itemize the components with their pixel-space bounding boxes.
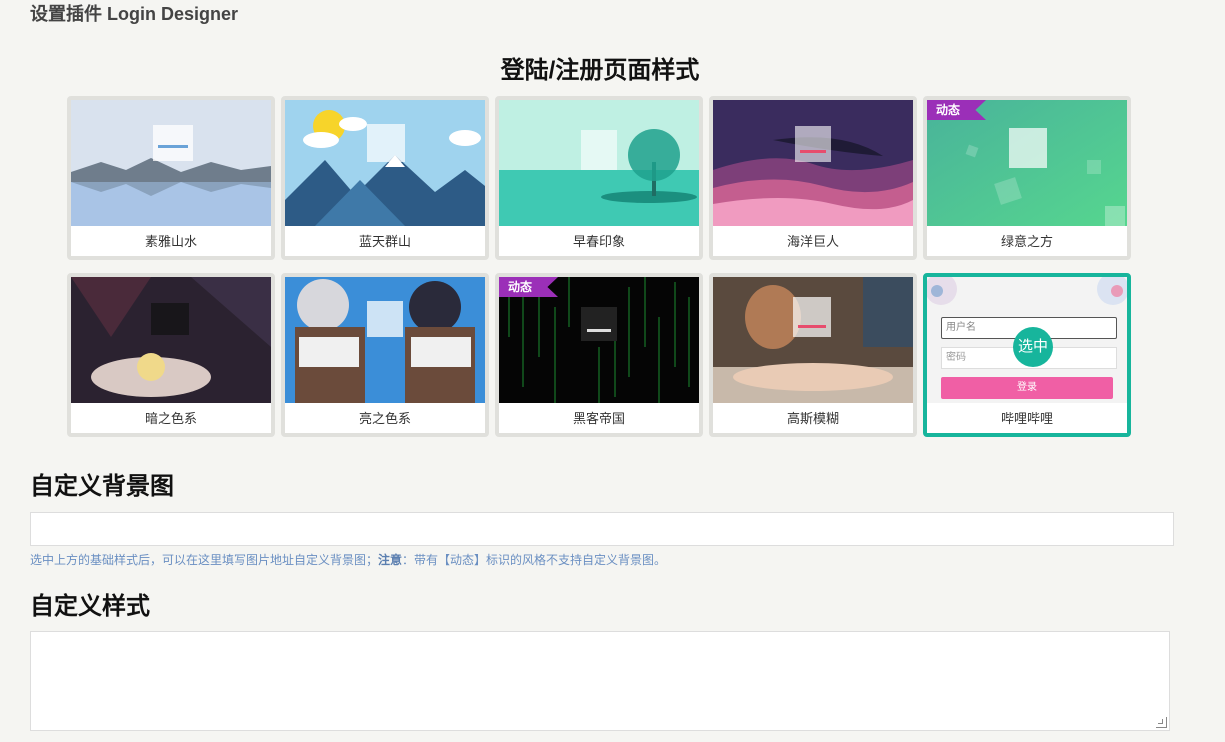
custom-bg-input[interactable]: [30, 512, 1174, 546]
style-card-heike[interactable]: 动态 黑客帝国: [495, 273, 703, 437]
style-card-label: 早春印象: [572, 234, 625, 249]
style-card-label: 亮之色系: [358, 411, 411, 426]
style-thumbnail: [499, 100, 699, 226]
custom-style-title: 自定义样式: [30, 593, 150, 620]
style-thumbnail: 动态: [499, 277, 699, 403]
style-card-suya[interactable]: 素雅山水: [67, 96, 275, 260]
styles-section-title: 登陆/注册页面样式: [500, 57, 700, 84]
style-card-lvyi[interactable]: 动态 绿意之方: [923, 96, 1131, 260]
selected-marker: 选中: [1013, 327, 1053, 367]
custom-bg-hint: 选中上方的基础样式后，可以在这里填写图片地址自定义背景图；注意：带有【动态】标识…: [30, 551, 666, 568]
style-thumbnail: [71, 100, 271, 226]
login-button-preview: 登录: [941, 377, 1113, 399]
style-card-liangzhi[interactable]: 亮之色系: [281, 273, 489, 437]
style-card-label: 素雅山水: [144, 234, 197, 249]
style-card-haiyang[interactable]: 海洋巨人: [709, 96, 917, 260]
style-card-anzhi[interactable]: 暗之色系: [67, 273, 275, 437]
style-thumbnail: [71, 277, 271, 403]
style-thumbnail: [713, 100, 913, 226]
style-card-label: 黑客帝国: [572, 411, 625, 426]
hint-text-after: ：带有【动态】标识的风格不支持自定义背景图。: [402, 553, 667, 567]
resize-grip-icon[interactable]: [1156, 717, 1167, 728]
style-thumbnail: [285, 277, 485, 403]
custom-style-textarea[interactable]: [30, 631, 1170, 731]
style-card-lantian[interactable]: 蓝天群山: [281, 96, 489, 260]
style-card-label: 绿意之方: [1000, 234, 1053, 249]
style-thumbnail: [285, 100, 485, 226]
style-card-gaosi[interactable]: 高斯模糊: [709, 273, 917, 437]
plugin-title: 设置插件 Login Designer: [30, 4, 239, 24]
style-thumbnail: 用户名 密码 登录 选中: [927, 277, 1127, 403]
style-card-zaochun[interactable]: 早春印象: [495, 96, 703, 260]
style-card-bilibili[interactable]: 用户名 密码 登录 选中 哔哩哔哩: [923, 273, 1131, 437]
custom-bg-title: 自定义背景图: [30, 473, 174, 500]
style-card-label: 海洋巨人: [786, 234, 839, 249]
style-thumbnail: 动态: [927, 100, 1127, 226]
style-card-label: 哔哩哔哩: [1000, 411, 1053, 426]
style-card-label: 蓝天群山: [358, 234, 411, 249]
style-thumbnail: [713, 277, 913, 403]
hint-note: 注意: [378, 553, 403, 567]
style-card-label: 暗之色系: [144, 411, 197, 426]
style-card-label: 高斯模糊: [786, 411, 839, 426]
hint-text-before: 选中上方的基础样式后，可以在这里填写图片地址自定义背景图；: [30, 553, 379, 567]
